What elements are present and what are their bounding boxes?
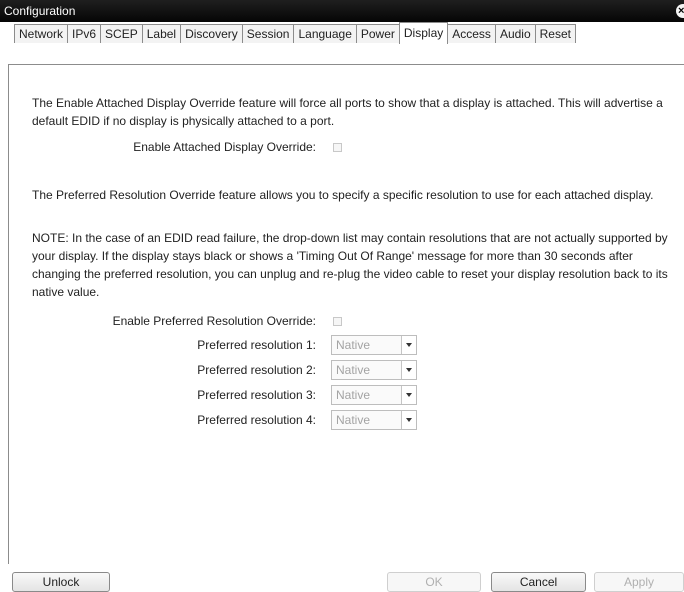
- preferred-resolution-2-label: Preferred resolution 2:: [197, 363, 316, 377]
- chevron-down-icon: [401, 386, 416, 404]
- chevron-down-icon: [401, 336, 416, 354]
- window-title: Configuration: [4, 4, 76, 18]
- edid-note: NOTE: In the case of an EDID read failur…: [32, 231, 668, 299]
- chevron-down-icon: [401, 411, 416, 429]
- tab-discovery[interactable]: Discovery: [180, 24, 243, 43]
- preferred-resolution-3-label: Preferred resolution 3:: [197, 388, 316, 402]
- apply-button[interactable]: Apply: [594, 572, 684, 592]
- preferred-resolution-4-select[interactable]: Native: [331, 410, 417, 430]
- tab-strip: Network IPv6 SCEP Label Discovery Sessio…: [14, 22, 576, 44]
- preferred-resolution-2-value: Native: [336, 363, 371, 377]
- tab-network[interactable]: Network: [14, 24, 69, 43]
- tab-display[interactable]: Display: [398, 22, 449, 44]
- preferred-resolution-description: The Preferred Resolution Override featur…: [32, 188, 654, 202]
- preferred-resolution-override-label: Enable Preferred Resolution Override:: [112, 314, 316, 328]
- tab-language[interactable]: Language: [293, 24, 357, 43]
- preferred-resolution-2-select[interactable]: Native: [331, 360, 417, 380]
- attached-display-description: The Enable Attached Display Override fea…: [32, 96, 663, 128]
- ok-button[interactable]: OK: [387, 572, 481, 592]
- attached-display-override-checkbox[interactable]: [333, 143, 342, 152]
- tab-audio[interactable]: Audio: [494, 24, 536, 43]
- tab-reset[interactable]: Reset: [534, 24, 576, 43]
- preferred-resolution-1-label: Preferred resolution 1:: [197, 338, 316, 352]
- tab-ipv6[interactable]: IPv6: [67, 24, 102, 43]
- title-bar: Configuration ×: [0, 0, 684, 22]
- preferred-resolution-1-select[interactable]: Native: [331, 335, 417, 355]
- tab-scep[interactable]: SCEP: [100, 24, 143, 43]
- preferred-resolution-4-label: Preferred resolution 4:: [197, 413, 316, 427]
- preferred-resolution-override-checkbox[interactable]: [333, 317, 342, 326]
- preferred-resolution-3-value: Native: [336, 388, 371, 402]
- close-icon[interactable]: ×: [676, 4, 684, 18]
- tab-access[interactable]: Access: [447, 24, 496, 43]
- chevron-down-icon: [401, 361, 416, 379]
- tab-label[interactable]: Label: [141, 24, 182, 43]
- preferred-resolution-4-value: Native: [336, 413, 371, 427]
- unlock-button[interactable]: Unlock: [12, 572, 110, 592]
- cancel-button[interactable]: Cancel: [491, 572, 586, 592]
- tab-power[interactable]: Power: [355, 24, 400, 43]
- tab-session[interactable]: Session: [241, 24, 295, 43]
- preferred-resolution-3-select[interactable]: Native: [331, 385, 417, 405]
- attached-display-override-label: Enable Attached Display Override:: [133, 140, 316, 154]
- preferred-resolution-1-value: Native: [336, 338, 371, 352]
